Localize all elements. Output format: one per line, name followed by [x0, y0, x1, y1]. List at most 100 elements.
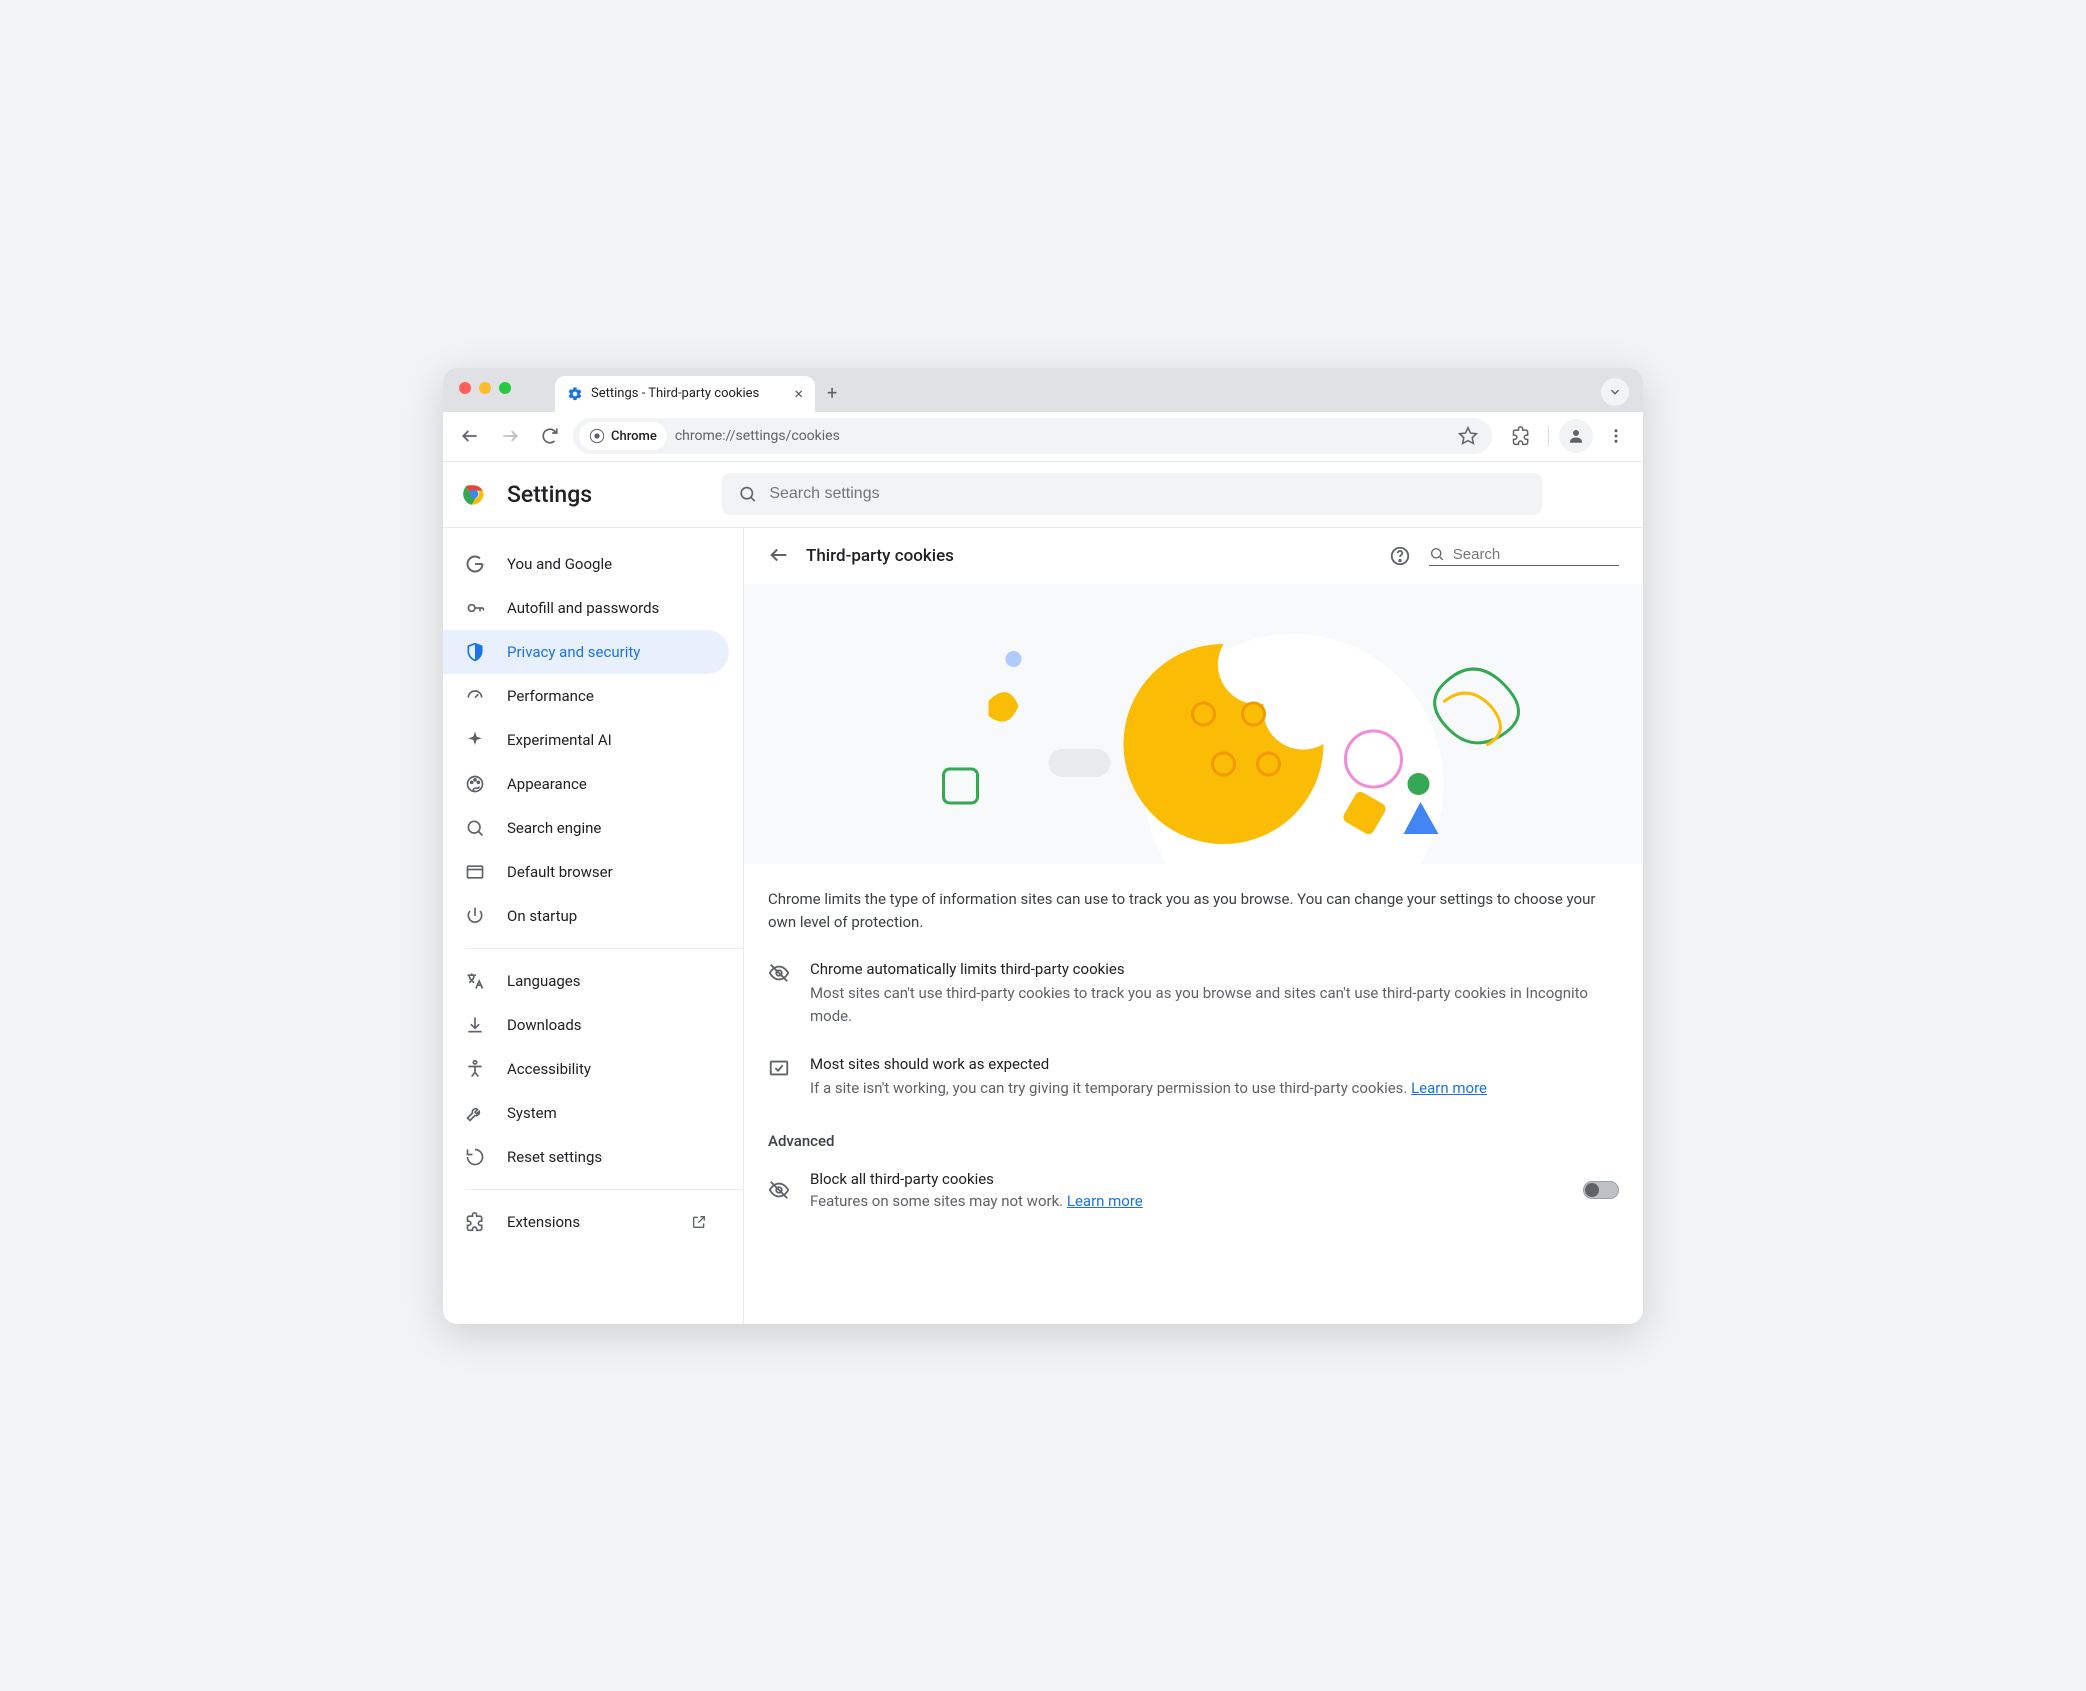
toggle-title: Block all third-party cookies: [810, 1170, 1563, 1188]
browser-window-icon: [465, 862, 485, 882]
subpage-title: Third-party cookies: [806, 546, 954, 566]
back-button[interactable]: [453, 419, 487, 453]
advanced-section-label: Advanced: [744, 1114, 1643, 1156]
hero-illustration: [744, 584, 1643, 864]
kebab-menu-icon: [1607, 427, 1625, 445]
arrow-left-icon: [460, 426, 480, 446]
toolbar-divider: [1548, 426, 1549, 446]
sidebar-item-default-browser[interactable]: Default browser: [443, 850, 729, 894]
arrow-left-icon: [768, 544, 790, 566]
profile-button[interactable]: [1559, 419, 1593, 453]
sidebar-divider: [465, 1189, 743, 1190]
subpage-search[interactable]: [1429, 545, 1619, 566]
sidebar-item-accessibility[interactable]: Accessibility: [443, 1047, 729, 1091]
window-controls: [459, 382, 511, 394]
speedometer-icon: [465, 686, 485, 706]
info-title: Chrome automatically limits third-party …: [810, 960, 1619, 978]
tab-strip: Settings - Third-party cookies × +: [443, 368, 1643, 412]
sparkle-icon: [465, 730, 485, 750]
chip-label: Chrome: [611, 429, 657, 444]
chrome-logo-icon: [461, 481, 487, 507]
checkbox-checked-icon: [768, 1057, 790, 1100]
sidebar-item-label: Downloads: [507, 1016, 582, 1034]
intro-text: Chrome limits the type of information si…: [744, 864, 1643, 947]
sidebar-item-label: Appearance: [507, 775, 587, 793]
browser-window: Settings - Third-party cookies × + Chrom…: [443, 368, 1643, 1324]
page-title: Settings: [507, 481, 592, 508]
sidebar-item-label: Privacy and security: [507, 643, 640, 661]
search-icon: [738, 484, 757, 504]
reload-button[interactable]: [533, 419, 567, 453]
settings-gear-icon: [567, 386, 583, 402]
search-settings-field[interactable]: [722, 473, 1542, 515]
sidebar-item-appearance[interactable]: Appearance: [443, 762, 729, 806]
settings-sidebar: You and Google Autofill and passwords Pr…: [443, 528, 743, 1324]
address-bar[interactable]: Chrome chrome://settings/cookies: [573, 418, 1492, 454]
block-all-cookies-toggle[interactable]: [1583, 1181, 1619, 1199]
browser-toolbar: Chrome chrome://settings/cookies: [443, 412, 1643, 462]
palette-icon: [465, 774, 485, 794]
puzzle-icon: [1511, 426, 1531, 446]
subpage-search-input[interactable]: [1453, 546, 1619, 563]
learn-more-link[interactable]: Learn more: [1411, 1079, 1487, 1097]
minimize-window-button[interactable]: [479, 382, 491, 394]
close-tab-icon[interactable]: ×: [794, 384, 803, 403]
sidebar-item-label: Default browser: [507, 863, 613, 881]
help-icon[interactable]: [1389, 545, 1411, 567]
reset-icon: [465, 1147, 485, 1167]
sidebar-item-experimental-ai[interactable]: Experimental AI: [443, 718, 729, 762]
arrow-right-icon: [500, 426, 520, 446]
sidebar-item-extensions[interactable]: Extensions: [443, 1200, 729, 1244]
sidebar-item-label: Reset settings: [507, 1148, 602, 1166]
tab-overflow-button[interactable]: [1601, 378, 1629, 406]
sidebar-item-label: On startup: [507, 907, 577, 925]
site-chip[interactable]: Chrome: [579, 422, 667, 450]
sidebar-item-label: Languages: [507, 972, 581, 990]
sidebar-item-label: Performance: [507, 687, 594, 705]
search-settings-input[interactable]: [769, 485, 1526, 503]
sidebar-item-autofill[interactable]: Autofill and passwords: [443, 586, 729, 630]
toggle-description: Features on some sites may not work. Lea…: [810, 1192, 1563, 1210]
shield-icon: [465, 642, 485, 662]
chevron-down-icon: [1608, 385, 1622, 399]
new-tab-button[interactable]: +: [827, 383, 837, 412]
open-in-new-icon: [691, 1214, 707, 1230]
sidebar-item-label: Accessibility: [507, 1060, 591, 1078]
sidebar-item-label: Autofill and passwords: [507, 599, 659, 617]
sidebar-item-on-startup[interactable]: On startup: [443, 894, 729, 938]
url-text: chrome://settings/cookies: [675, 428, 840, 444]
browser-tab[interactable]: Settings - Third-party cookies ×: [555, 376, 815, 412]
power-icon: [465, 906, 485, 926]
sidebar-item-languages[interactable]: Languages: [443, 959, 729, 1003]
sidebar-item-downloads[interactable]: Downloads: [443, 1003, 729, 1047]
sidebar-item-reset[interactable]: Reset settings: [443, 1135, 729, 1179]
sidebar-divider: [465, 948, 743, 949]
sidebar-item-label: Search engine: [507, 819, 601, 837]
sidebar-item-search-engine[interactable]: Search engine: [443, 806, 729, 850]
app-menu-button[interactable]: [1599, 419, 1633, 453]
sidebar-item-label: Experimental AI: [507, 731, 612, 749]
sidebar-item-privacy[interactable]: Privacy and security: [443, 630, 729, 674]
close-window-button[interactable]: [459, 382, 471, 394]
info-sites-work: Most sites should work as expected If a …: [744, 1041, 1643, 1114]
chrome-product-icon: [589, 428, 605, 444]
info-description: If a site isn't working, you can try giv…: [810, 1077, 1487, 1100]
sidebar-item-system[interactable]: System: [443, 1091, 729, 1135]
sidebar-item-label: System: [507, 1104, 557, 1122]
info-auto-limit: Chrome automatically limits third-party …: [744, 946, 1643, 1041]
settings-header: Settings: [443, 462, 1643, 528]
extensions-button[interactable]: [1504, 419, 1538, 453]
info-description: Most sites can't use third-party cookies…: [810, 982, 1619, 1027]
reload-icon: [541, 427, 559, 445]
info-title: Most sites should work as expected: [810, 1055, 1487, 1073]
maximize-window-button[interactable]: [499, 382, 511, 394]
accessibility-icon: [465, 1059, 485, 1079]
search-icon: [1429, 545, 1445, 563]
subpage-back-button[interactable]: [768, 544, 792, 568]
bookmark-star-icon[interactable]: [1458, 426, 1478, 446]
sidebar-item-performance[interactable]: Performance: [443, 674, 729, 718]
learn-more-link[interactable]: Learn more: [1067, 1192, 1143, 1210]
forward-button[interactable]: [493, 419, 527, 453]
sidebar-item-you-and-google[interactable]: You and Google: [443, 542, 729, 586]
download-icon: [465, 1015, 485, 1035]
